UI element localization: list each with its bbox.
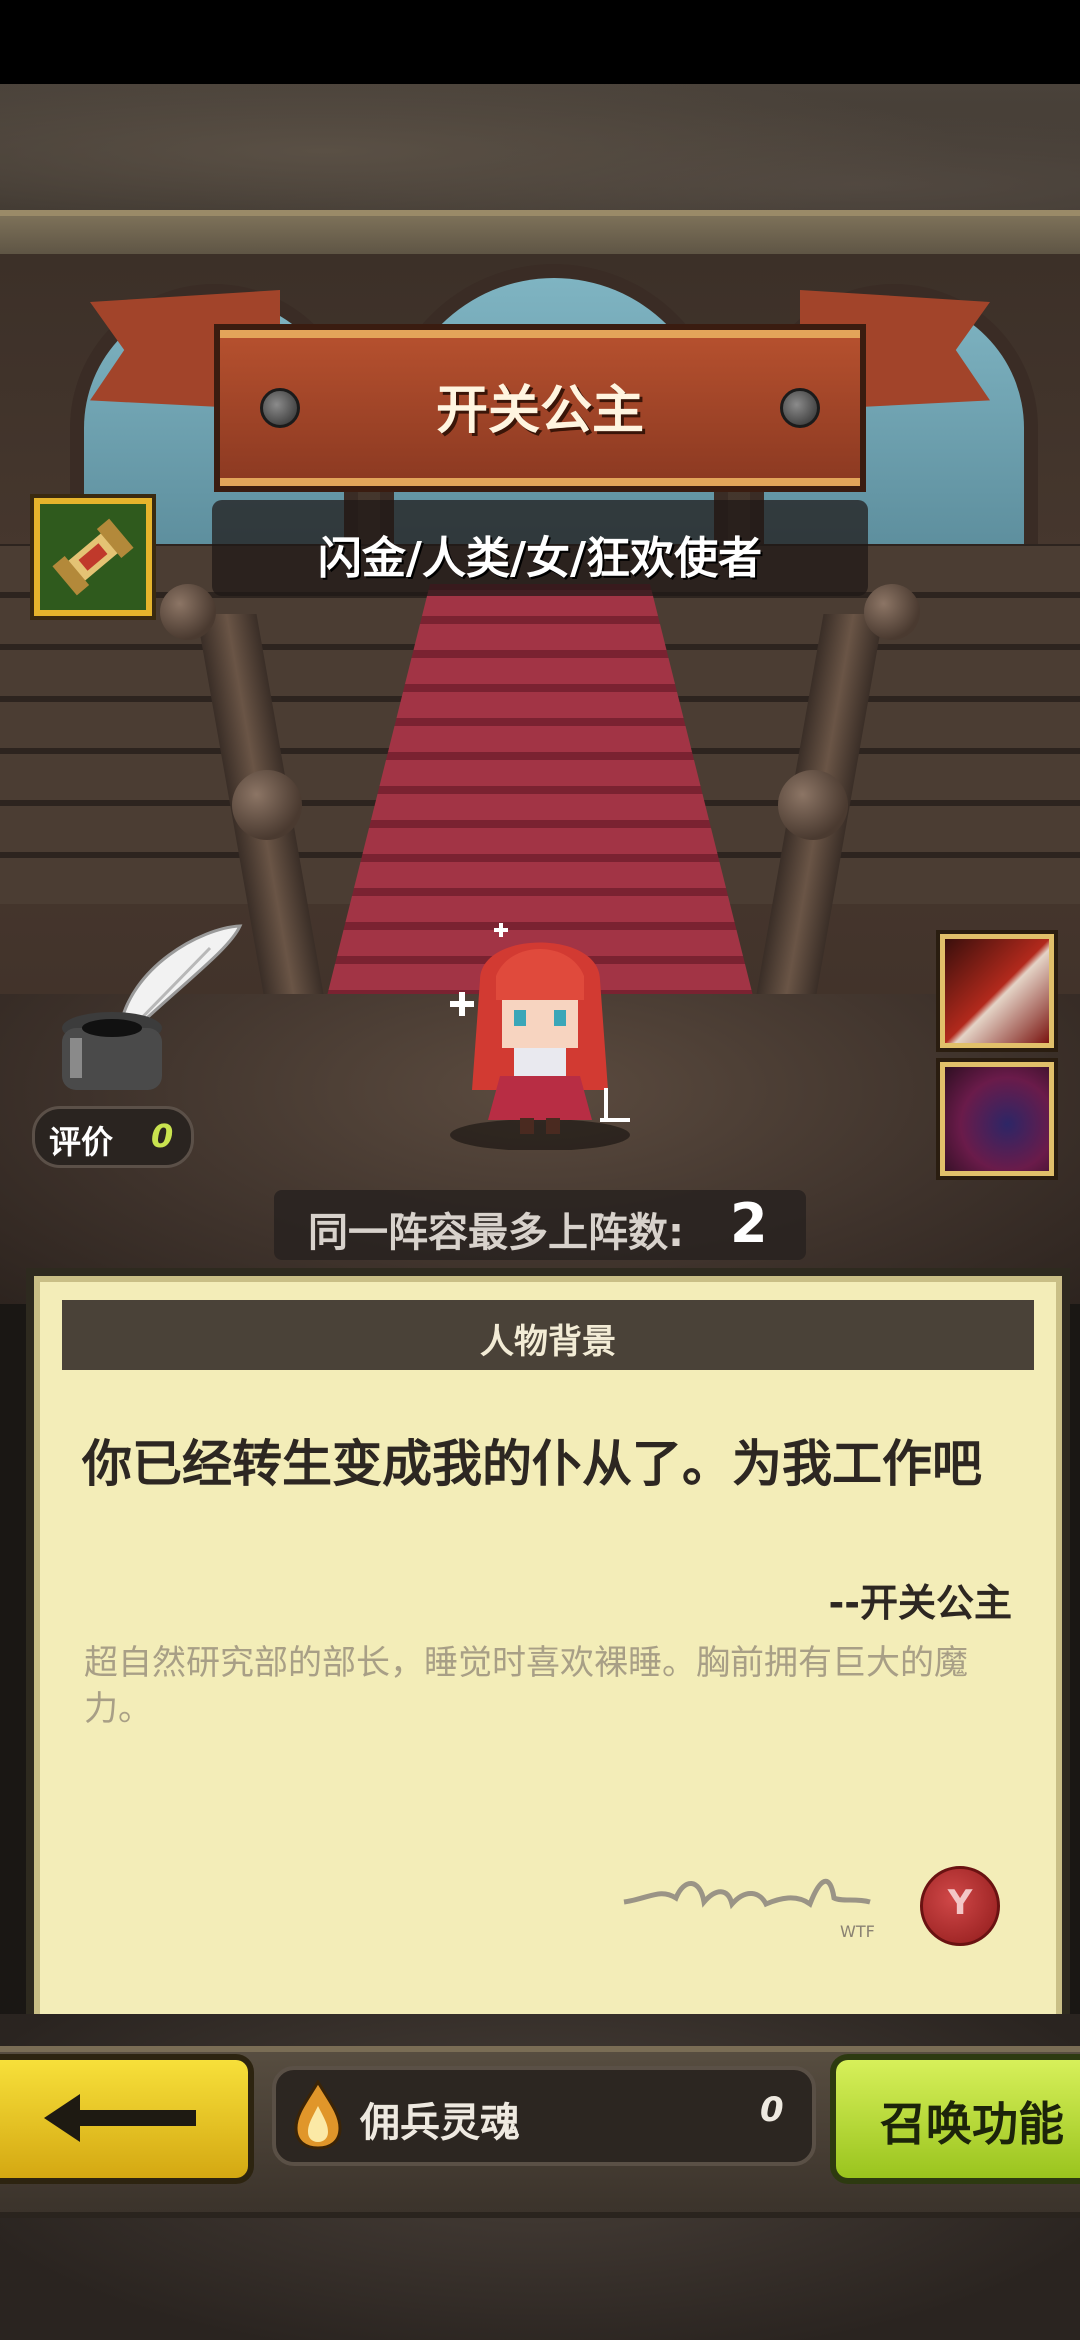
rail-ornament: [160, 584, 216, 640]
background-header: 人物背景: [62, 1300, 1034, 1370]
background-story-panel: 人物背景 你已经转生变成我的仆从了。为我工作吧 --开关公主 超自然研究部的部长…: [26, 1268, 1070, 2030]
rating-badge: 评价 0: [32, 1106, 194, 1168]
max-deploy-value: 2: [730, 1192, 768, 1255]
summon-label: 召唤功能: [880, 2097, 1064, 2151]
quote-attribution: --开关公主: [828, 1581, 1012, 1625]
max-deploy-label: 同一阵容最多上阵数:: [308, 1210, 684, 1256]
signature-caption: WTF: [840, 1922, 875, 1941]
hero-quote: 你已经转生变成我的仆从了。为我工作吧: [82, 1435, 982, 1493]
left-arrow-icon: [44, 2094, 196, 2142]
sword-slash-skill-icon[interactable]: [940, 934, 1054, 1048]
mercenary-soul-counter: 佣兵灵魂 0: [272, 2066, 816, 2166]
wax-seal-icon: Y: [920, 1866, 1000, 1946]
seal-mark: Y: [947, 1883, 973, 1923]
dark-wing-skill-icon[interactable]: [940, 1062, 1054, 1176]
hero-name: 开关公主: [435, 381, 644, 441]
hero-traits-bar: 闪金/人类/女/狂欢使者: [212, 500, 868, 596]
quill-ink-icon[interactable]: [40, 908, 250, 1108]
scroll-button[interactable]: [34, 498, 152, 616]
max-deploy-bar: 同一阵容最多上阵数: 2: [274, 1190, 806, 1260]
soul-value: 0: [760, 2090, 784, 2130]
rail-ornament-left: [232, 770, 302, 840]
status-bar: [0, 0, 1080, 84]
hero-sprite: [450, 923, 630, 1150]
background-title: 人物背景: [480, 1322, 616, 1362]
soul-label: 佣兵灵魂: [360, 2100, 520, 2146]
summon-button[interactable]: 召唤功能: [830, 2054, 1080, 2184]
rail-ornament-right: [778, 770, 848, 840]
hero-traits: 闪金/人类/女/狂欢使者: [317, 533, 763, 584]
signature: [623, 1878, 871, 1910]
hero-name-banner: 开关公主: [220, 330, 860, 486]
rating-label: 评价: [49, 1123, 114, 1161]
scroll-icon: [52, 518, 134, 596]
back-button[interactable]: [0, 2054, 254, 2184]
hero-description: 超自然研究部的部长，睡觉时喜欢裸睡。胸前拥有巨大的魔力。: [84, 1643, 968, 1729]
soul-flame-icon: [294, 2080, 342, 2150]
rail-ornament: [864, 584, 920, 640]
rating-value: 0: [151, 1117, 174, 1155]
